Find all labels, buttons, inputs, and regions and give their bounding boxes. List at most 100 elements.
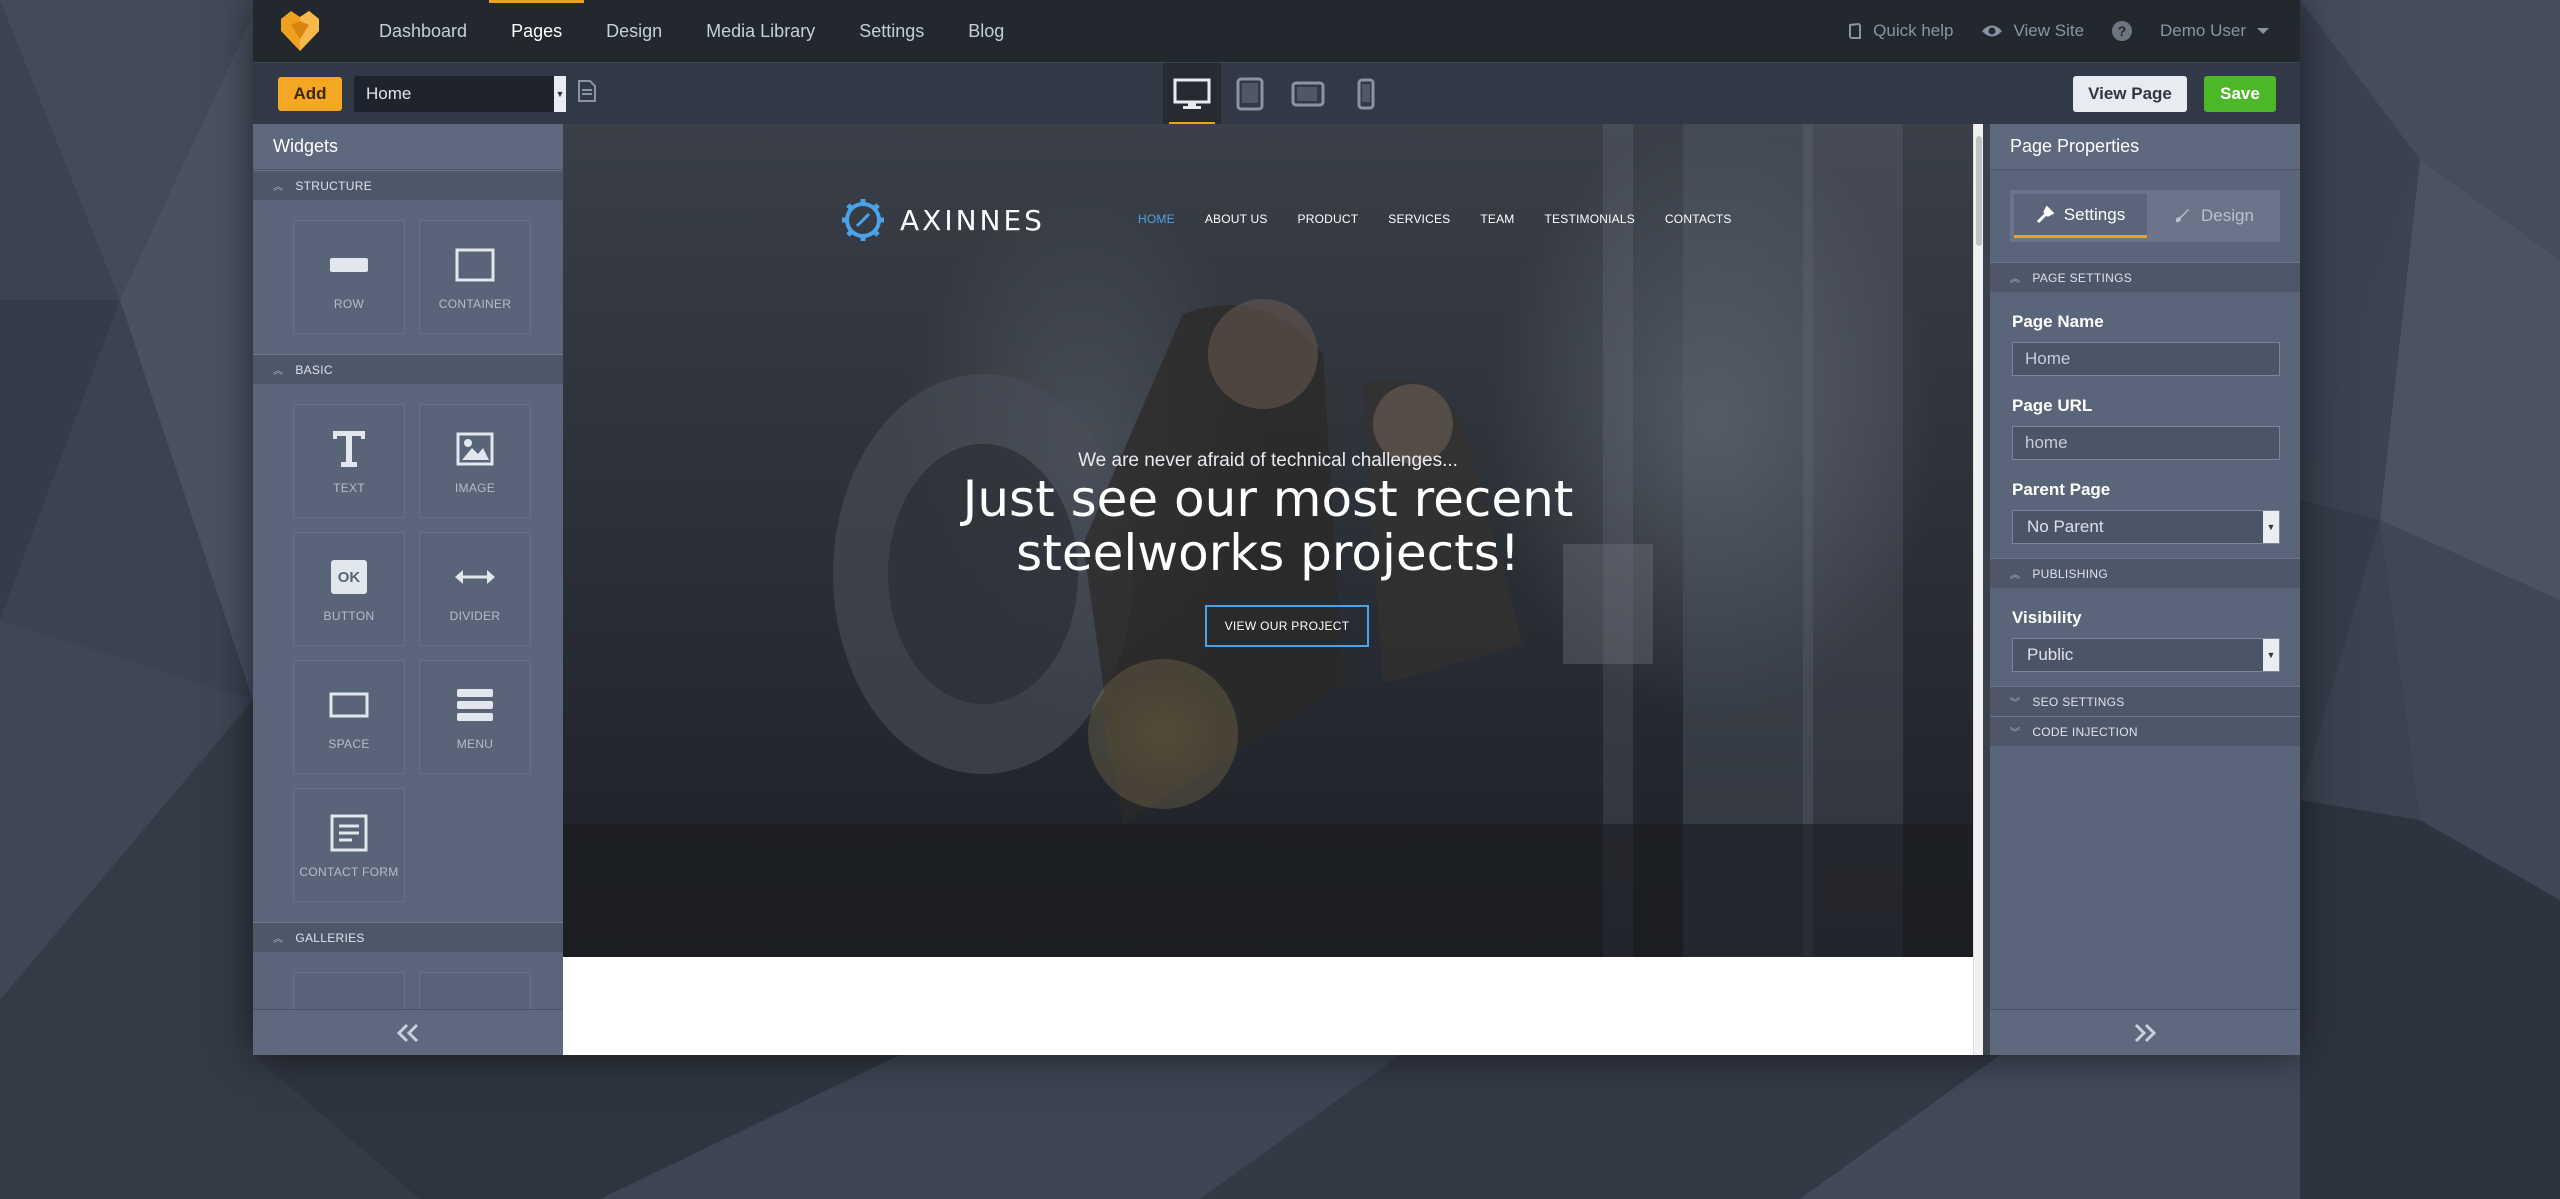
tab-design-label: Design: [2201, 206, 2254, 225]
nav-pages[interactable]: Pages: [489, 0, 585, 62]
book-icon: [1849, 23, 1862, 39]
chevron-up-icon: ︽: [2010, 570, 2021, 581]
visibility-select[interactable]: Public ▼: [2012, 638, 2280, 672]
nav-media-library[interactable]: Media Library: [684, 0, 837, 62]
double-chevron-right-icon: [2134, 1023, 2157, 1042]
section-basic-label: BASIC: [295, 362, 333, 377]
widget-menu[interactable]: MENU: [419, 660, 531, 774]
section-seo-settings[interactable]: ︾ SEO SETTINGS: [1990, 686, 2300, 716]
nav-design[interactable]: Design: [584, 0, 684, 62]
section-galleries[interactable]: ︽ GALLERIES: [253, 922, 563, 952]
collapse-left-button[interactable]: [253, 1009, 563, 1055]
chevron-down-icon: ︾: [2010, 698, 2021, 709]
button-icon: OK: [331, 555, 367, 599]
hero-title-line-2: steelworks projects!: [1016, 524, 1520, 582]
properties-tabs: Settings Design: [2010, 190, 2280, 242]
site-nav-testimonials[interactable]: TESTIMONIALS: [1545, 212, 1635, 226]
tab-settings[interactable]: Settings: [2014, 194, 2147, 238]
section-publishing[interactable]: ︽ PUBLISHING: [1990, 558, 2300, 588]
hero-title: Just see our most recent steelworks proj…: [563, 472, 1973, 580]
site-brand[interactable]: AXINNES: [840, 197, 1045, 243]
page-url-label: Page URL: [2012, 396, 2093, 415]
tablet-icon: [1236, 77, 1264, 111]
container-icon: [455, 243, 495, 287]
widget-contact-form[interactable]: CONTACT FORM: [293, 788, 405, 902]
page-settings-icon[interactable]: [578, 80, 596, 107]
site-nav-about[interactable]: ABOUT US: [1205, 212, 1268, 226]
view-page-button[interactable]: View Page: [2073, 76, 2187, 112]
visibility-label: Visibility: [2012, 608, 2082, 627]
save-button[interactable]: Save: [2204, 76, 2276, 112]
tablet-landscape-icon: [1291, 81, 1325, 107]
site-nav-team[interactable]: TEAM: [1480, 212, 1514, 226]
nav-dashboard[interactable]: Dashboard: [357, 0, 489, 62]
section-code-injection[interactable]: ︾ CODE INJECTION: [1990, 716, 2300, 746]
chevron-up-icon: ︽: [273, 366, 284, 377]
collapse-right-button[interactable]: [1990, 1009, 2300, 1055]
app-logo[interactable]: [277, 0, 337, 62]
nav-settings[interactable]: Settings: [837, 0, 946, 62]
phone-view-button[interactable]: [1337, 63, 1395, 125]
page-select[interactable]: Home ▼: [354, 75, 566, 112]
section-seo-label: SEO SETTINGS: [2032, 694, 2125, 709]
site-nav-product[interactable]: PRODUCT: [1298, 212, 1359, 226]
widget-image[interactable]: IMAGE: [419, 404, 531, 518]
section-page-settings[interactable]: ︽ PAGE SETTINGS: [1990, 262, 2300, 292]
heart-logo-icon: [281, 11, 319, 51]
view-site-link[interactable]: View Site: [1981, 21, 2084, 41]
canvas-scrollbar-thumb[interactable]: [1976, 136, 1982, 246]
widget-space[interactable]: SPACE: [293, 660, 405, 774]
view-project-button[interactable]: VIEW OUR PROJECT: [1205, 605, 1369, 647]
double-chevron-left-icon: [396, 1023, 419, 1042]
section-structure-label: STRUCTURE: [295, 178, 373, 193]
tablet-view-button[interactable]: [1221, 63, 1279, 125]
tablet-landscape-view-button[interactable]: [1279, 63, 1337, 125]
text-icon: [331, 427, 367, 471]
chevron-up-icon: ︽: [2010, 274, 2021, 285]
page-name-input[interactable]: Home: [2012, 342, 2280, 376]
widget-contact-form-label: CONTACT FORM: [299, 865, 399, 879]
widget-divider[interactable]: DIVIDER: [419, 532, 531, 646]
widget-button[interactable]: OK BUTTON: [293, 532, 405, 646]
widget-space-label: SPACE: [328, 737, 370, 751]
site-nav-contacts[interactable]: CONTACTS: [1665, 212, 1732, 226]
divider-icon: [455, 555, 495, 599]
site-nav-home[interactable]: HOME: [1138, 212, 1175, 226]
visibility-value: Public: [2027, 645, 2074, 664]
page-properties-title: Page Properties: [1990, 124, 2300, 170]
widget-text[interactable]: TEXT: [293, 404, 405, 518]
gear-logo-icon: [842, 199, 884, 241]
user-menu[interactable]: Demo User: [2160, 21, 2270, 41]
desktop-icon: [1173, 78, 1211, 109]
widget-container-label: CONTAINER: [438, 297, 512, 311]
page-url-input[interactable]: home: [2012, 426, 2280, 460]
widget-container[interactable]: CONTAINER: [419, 220, 531, 334]
select-caret-icon: ▼: [2263, 511, 2279, 543]
help-button[interactable]: ?: [2112, 21, 2133, 41]
eye-icon: [1982, 25, 2003, 37]
section-galleries-label: GALLERIES: [295, 930, 365, 945]
select-caret-icon: ▼: [554, 75, 566, 112]
site-navigation: HOME ABOUT US PRODUCT SERVICES TEAM TEST…: [1138, 212, 1762, 226]
canvas-scrollbar[interactable]: [1973, 124, 1983, 1055]
widget-row[interactable]: ROW: [293, 220, 405, 334]
widgets-panel: Widgets ︽ STRUCTURE ROW CONTAINER ︽ BASI…: [253, 124, 563, 1055]
parent-page-label: Parent Page: [2012, 480, 2111, 499]
image-icon: [456, 427, 494, 471]
section-structure[interactable]: ︽ STRUCTURE: [253, 170, 563, 200]
widget-image-label: IMAGE: [454, 481, 496, 495]
top-navigation: Dashboard Pages Design Media Library Set…: [253, 0, 2300, 62]
chevron-down-icon: [2257, 28, 2269, 34]
page-select-value: Home: [366, 83, 412, 103]
view-site-label: View Site: [2013, 21, 2085, 40]
section-basic[interactable]: ︽ BASIC: [253, 354, 563, 384]
tab-design[interactable]: Design: [2147, 190, 2280, 242]
widget-text-label: TEXT: [333, 481, 365, 495]
quick-help-link[interactable]: Quick help: [1847, 21, 1953, 41]
desktop-view-button[interactable]: [1163, 63, 1221, 125]
parent-page-select[interactable]: No Parent ▼: [2012, 510, 2280, 544]
hero-section[interactable]: AXINNES HOME ABOUT US PRODUCT SERVICES T…: [563, 124, 1973, 957]
site-nav-services[interactable]: SERVICES: [1388, 212, 1450, 226]
add-page-button[interactable]: Add: [278, 76, 342, 111]
nav-blog[interactable]: Blog: [946, 0, 1026, 62]
